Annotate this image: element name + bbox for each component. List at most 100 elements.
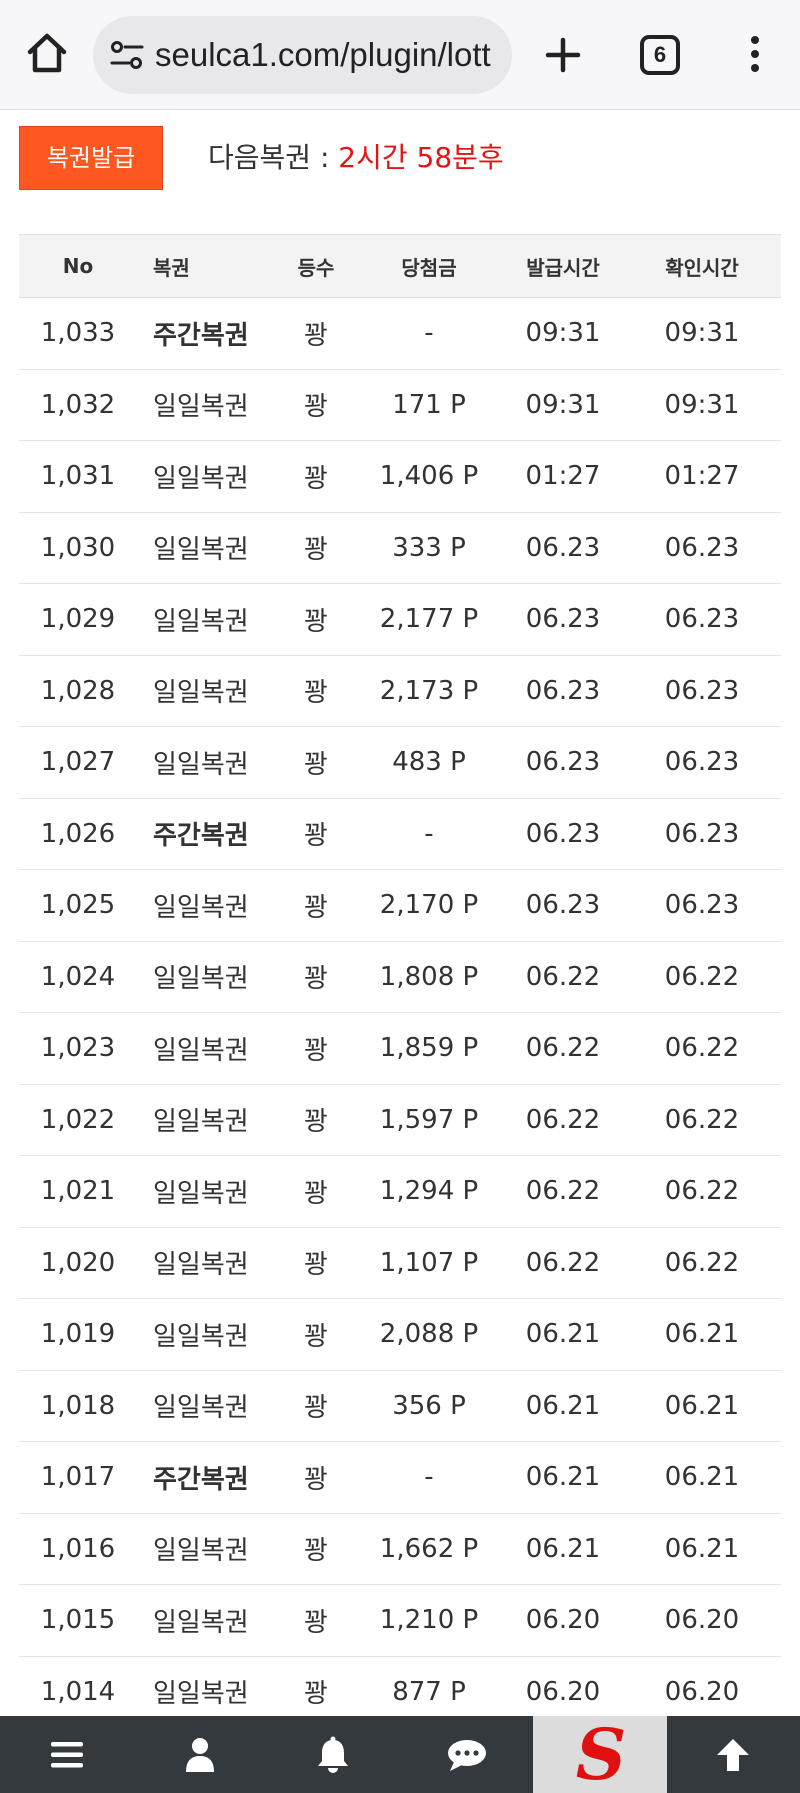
cell-checked-time: 06.20 <box>623 1584 781 1657</box>
cell-prize: 2,177 P <box>355 583 503 656</box>
cell-rank: 꽝 <box>277 1298 355 1371</box>
cell-checked-time: 06.22 <box>623 1012 781 1085</box>
nav-notifications-button[interactable] <box>267 1716 400 1793</box>
column-header-no: No <box>19 234 137 298</box>
cell-no: 1,021 <box>19 1155 137 1228</box>
cell-issued-time: 09:31 <box>503 297 623 370</box>
nav-menu-button[interactable] <box>0 1716 133 1793</box>
overflow-menu-icon[interactable] <box>740 34 770 74</box>
cell-rank: 꽝 <box>277 1513 355 1585</box>
column-header-type: 복권 <box>137 234 277 298</box>
table-row: 1,030 일일복권 꽝 333 P 06.23 06.23 <box>19 512 781 584</box>
cell-rank: 꽝 <box>277 869 355 942</box>
cell-rank: 꽝 <box>277 1227 355 1299</box>
cell-type: 일일복권 <box>137 1155 277 1228</box>
cell-prize: 1,210 P <box>355 1584 503 1657</box>
home-icon[interactable] <box>24 30 70 76</box>
cell-rank: 꽝 <box>277 1370 355 1442</box>
cell-no: 1,026 <box>19 798 137 870</box>
cell-checked-time: 06.23 <box>623 798 781 870</box>
cell-type: 일일복권 <box>137 1584 277 1657</box>
cell-checked-time: 01:27 <box>623 440 781 513</box>
column-header-issued-time: 발급시간 <box>503 234 623 298</box>
hamburger-menu-icon <box>50 1741 83 1767</box>
cell-rank: 꽝 <box>277 1584 355 1657</box>
url-text[interactable]: seulca1.com/plugin/lott <box>155 36 500 74</box>
next-lotto-info: 다음복권 : 2시간 58분후 <box>208 136 504 176</box>
cell-no: 1,032 <box>19 369 137 441</box>
table-row: 1,025 일일복권 꽝 2,170 P 06.23 06.23 <box>19 869 781 942</box>
cell-type: 일일복권 <box>137 941 277 1013</box>
cell-prize: 1,597 P <box>355 1084 503 1156</box>
cell-prize: 1,859 P <box>355 1012 503 1085</box>
cell-prize: 483 P <box>355 726 503 799</box>
cell-rank: 꽝 <box>277 512 355 584</box>
cell-issued-time: 06.20 <box>503 1584 623 1657</box>
site-settings-icon[interactable] <box>109 38 145 72</box>
cell-prize: 171 P <box>355 369 503 441</box>
nav-home-logo-button[interactable]: S <box>533 1713 667 1793</box>
table-header: No 복권 등수 당첨금 발급시간 확인시간 <box>19 234 781 298</box>
cell-no: 1,029 <box>19 583 137 656</box>
column-header-rank: 등수 <box>277 234 355 298</box>
cell-type: 일일복권 <box>137 440 277 513</box>
column-header-checked-time: 확인시간 <box>623 234 781 298</box>
tab-switcher-button[interactable]: 6 <box>640 35 680 75</box>
site-logo: S <box>575 1713 627 1793</box>
cell-prize: - <box>355 297 503 370</box>
cell-issued-time: 06.22 <box>503 941 623 1013</box>
cell-prize: 2,170 P <box>355 869 503 942</box>
cell-type: 주간복권 <box>137 798 277 870</box>
table-row: 1,022 일일복권 꽝 1,597 P 06.22 06.22 <box>19 1084 781 1156</box>
table-row: 1,019 일일복권 꽝 2,088 P 06.21 06.21 <box>19 1298 781 1371</box>
table-row: 1,018 일일복권 꽝 356 P 06.21 06.21 <box>19 1370 781 1442</box>
cell-no: 1,033 <box>19 297 137 370</box>
cell-checked-time: 06.22 <box>623 1227 781 1299</box>
cell-no: 1,024 <box>19 941 137 1013</box>
table-header-row: No 복권 등수 당첨금 발급시간 확인시간 <box>19 234 781 298</box>
cell-rank: 꽝 <box>277 297 355 370</box>
next-lotto-countdown: 2시간 58분후 <box>338 141 504 174</box>
table-row: 1,024 일일복권 꽝 1,808 P 06.22 06.22 <box>19 941 781 1013</box>
cell-issued-time: 06.23 <box>503 655 623 727</box>
nav-user-button[interactable] <box>133 1716 266 1793</box>
cell-checked-time: 06.23 <box>623 512 781 584</box>
cell-issued-time: 06.21 <box>503 1513 623 1585</box>
cell-checked-time: 06.22 <box>623 941 781 1013</box>
address-bar[interactable]: seulca1.com/plugin/lott <box>93 16 512 94</box>
cell-rank: 꽝 <box>277 941 355 1013</box>
cell-rank: 꽝 <box>277 798 355 870</box>
arrow-up-icon <box>717 1738 750 1771</box>
table-row: 1,032 일일복권 꽝 171 P 09:31 09:31 <box>19 369 781 441</box>
cell-no: 1,020 <box>19 1227 137 1299</box>
cell-checked-time: 06.21 <box>623 1441 781 1514</box>
nav-scroll-top-button[interactable] <box>667 1716 800 1793</box>
cell-checked-time: 06.23 <box>623 655 781 727</box>
cell-no: 1,030 <box>19 512 137 584</box>
new-tab-icon[interactable] <box>540 32 586 78</box>
cell-no: 1,022 <box>19 1084 137 1156</box>
table-row: 1,021 일일복권 꽝 1,294 P 06.22 06.22 <box>19 1155 781 1228</box>
cell-prize: 1,294 P <box>355 1155 503 1228</box>
cell-no: 1,025 <box>19 869 137 942</box>
issue-lotto-button[interactable]: 복권발급 <box>19 126 163 190</box>
cell-type: 일일복권 <box>137 1227 277 1299</box>
chat-bubble-icon <box>447 1739 486 1771</box>
cell-issued-time: 06.23 <box>503 583 623 656</box>
cell-no: 1,015 <box>19 1584 137 1657</box>
cell-issued-time: 06.22 <box>503 1227 623 1299</box>
cell-no: 1,016 <box>19 1513 137 1585</box>
cell-type: 일일복권 <box>137 1513 277 1585</box>
user-icon <box>185 1737 214 1772</box>
cell-no: 1,023 <box>19 1012 137 1085</box>
table-row: 1,031 일일복권 꽝 1,406 P 01:27 01:27 <box>19 440 781 513</box>
cell-issued-time: 06.21 <box>503 1298 623 1371</box>
cell-checked-time: 09:31 <box>623 297 781 370</box>
nav-chat-button[interactable] <box>400 1716 533 1793</box>
cell-prize: 333 P <box>355 512 503 584</box>
cell-rank: 꽝 <box>277 726 355 799</box>
table-row: 1,016 일일복권 꽝 1,662 P 06.21 06.21 <box>19 1513 781 1585</box>
cell-prize: 1,406 P <box>355 440 503 513</box>
cell-checked-time: 06.22 <box>623 1155 781 1228</box>
bottom-nav: S <box>0 1716 800 1793</box>
